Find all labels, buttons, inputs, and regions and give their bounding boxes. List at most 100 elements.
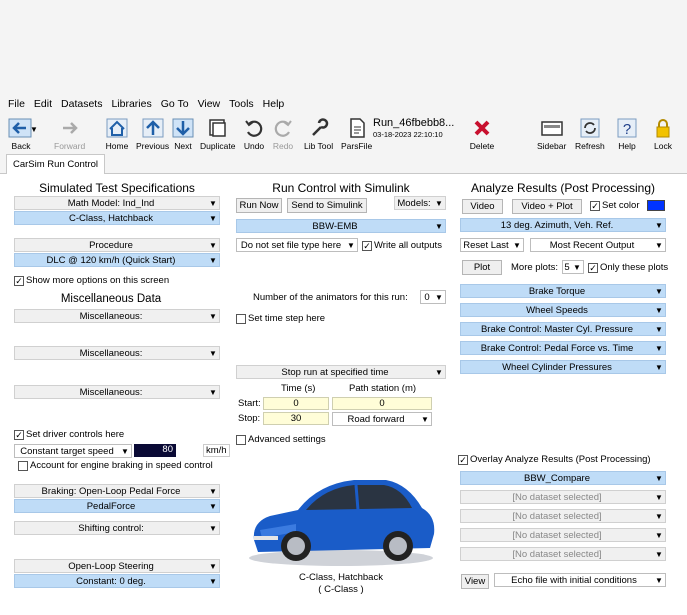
delete-button[interactable]: Delete: [469, 115, 495, 151]
compare-select[interactable]: BBW_Compare ▼: [460, 471, 666, 485]
set-color-checkbox[interactable]: ✓ Set color: [590, 200, 640, 211]
checkmark-icon: ✓: [14, 429, 24, 440]
menu-view[interactable]: View: [198, 98, 221, 110]
next-button[interactable]: Next: [170, 115, 196, 151]
misc-select-1[interactable]: Miscellaneous: ▼: [14, 309, 220, 323]
menu-goto[interactable]: Go To: [161, 98, 189, 110]
back-dropdown-icon[interactable]: ▼: [30, 125, 38, 134]
procedure-label: Procedure: [89, 239, 133, 251]
steering-select[interactable]: Open-Loop Steering ▼: [14, 559, 220, 573]
dataset-select-4[interactable]: [No dataset selected] ▼: [460, 547, 666, 561]
stop-label: Stop:: [238, 413, 261, 424]
plot-select-5[interactable]: Wheel Cylinder Pressures ▼: [460, 360, 666, 374]
speed-mode-select[interactable]: Constant target speed ▼: [14, 444, 132, 458]
dataset-select-1[interactable]: [No dataset selected] ▼: [460, 490, 666, 504]
time-step-checkbox[interactable]: Set time step here: [236, 313, 325, 324]
color-swatch[interactable]: [647, 200, 665, 211]
braking-select[interactable]: Braking: Open-Loop Pedal Force ▼: [14, 484, 220, 498]
parsfile-button[interactable]: ParsFile: [341, 115, 372, 151]
recent-output-select[interactable]: Most Recent Output ▼: [530, 238, 666, 252]
checkbox-box: [18, 460, 28, 471]
procedure-value-select[interactable]: DLC @ 120 km/h (Quick Start) ▼: [14, 253, 220, 267]
main-panel: Simulated Test Specifications Math Model…: [0, 174, 687, 615]
plot-select-1[interactable]: Brake Torque ▼: [460, 284, 666, 298]
forward-button[interactable]: Forward: [54, 115, 85, 151]
models-select[interactable]: Models: ▼: [394, 196, 446, 210]
menu-tools[interactable]: Tools: [229, 98, 254, 110]
direction-label: Road forward: [347, 413, 405, 425]
lock-button[interactable]: Lock: [650, 115, 676, 151]
checkmark-icon: ✓: [14, 275, 24, 286]
misc-select-3[interactable]: Miscellaneous: ▼: [14, 385, 220, 399]
shifting-select[interactable]: Shifting control: ▼: [14, 521, 220, 535]
chevron-down-icon: ▼: [655, 549, 663, 559]
dataset-select-3[interactable]: [No dataset selected] ▼: [460, 528, 666, 542]
menu-edit[interactable]: Edit: [34, 98, 52, 110]
previous-button[interactable]: Previous: [136, 115, 169, 151]
libtool-button[interactable]: Lib Tool: [304, 115, 333, 151]
vehicle-image[interactable]: C-Class, Hatchback ( C-Class ): [236, 460, 446, 600]
home-button[interactable]: Home: [104, 115, 130, 151]
view-button[interactable]: View: [461, 574, 489, 589]
only-these-plots-checkbox[interactable]: ✓ Only these plots: [588, 262, 668, 273]
video-button[interactable]: Video: [462, 199, 503, 214]
more-options-checkbox[interactable]: ✓ Show more options on this screen: [14, 275, 169, 286]
chevron-down-icon: ▼: [655, 575, 663, 585]
speed-value-field[interactable]: 80: [134, 444, 176, 457]
run-now-button[interactable]: Run Now: [236, 198, 282, 213]
plot-button[interactable]: Plot: [462, 260, 502, 275]
duplicate-button[interactable]: Duplicate: [200, 115, 235, 151]
video-plot-button[interactable]: Video + Plot: [512, 199, 582, 214]
start-station-field[interactable]: 0: [332, 397, 432, 410]
undo-button[interactable]: Undo: [241, 115, 267, 151]
animators-select[interactable]: 0 ▼: [420, 290, 446, 304]
menu-datasets[interactable]: Datasets: [61, 98, 102, 110]
home-icon: [104, 115, 130, 141]
dataset-select-2[interactable]: [No dataset selected] ▼: [460, 509, 666, 523]
start-time-field[interactable]: 0: [263, 397, 329, 410]
redo-button[interactable]: Redo: [270, 115, 296, 151]
simulated-test-specs-header: Simulated Test Specifications: [39, 181, 195, 195]
menu-file[interactable]: File: [8, 98, 25, 110]
steering-value-select[interactable]: Constant: 0 deg. ▼: [14, 574, 220, 588]
menu-help[interactable]: Help: [263, 98, 285, 110]
plot-select-3[interactable]: Brake Control: Master Cyl. Pressure ▼: [460, 322, 666, 336]
plot-select-2[interactable]: Wheel Speeds ▼: [460, 303, 666, 317]
sidebar-button[interactable]: Sidebar: [537, 115, 566, 151]
engine-braking-label: Account for engine braking in speed cont…: [30, 460, 213, 471]
chevron-down-icon: ▼: [655, 492, 663, 502]
chevron-down-icon: ▼: [209, 348, 217, 358]
vehicle-caption: C-Class, Hatchback: [299, 572, 383, 583]
camera-select[interactable]: 13 deg. Azimuth, Veh. Ref. ▼: [460, 218, 666, 232]
file-type-select[interactable]: Do not set file type here ▼: [236, 238, 358, 252]
run-name-title: Run_46fbebb8...: [373, 117, 455, 129]
send-to-simulink-button[interactable]: Send to Simulink: [287, 198, 367, 213]
advanced-settings-checkbox[interactable]: Advanced settings: [236, 434, 326, 445]
write-outputs-checkbox[interactable]: ✓ Write all outputs: [362, 240, 442, 251]
engine-braking-checkbox[interactable]: Account for engine braking in speed cont…: [18, 460, 213, 471]
tab-carsim-run-control[interactable]: CarSim Run Control: [6, 154, 105, 174]
vehicle-select[interactable]: C-Class, Hatchback ▼: [14, 211, 220, 225]
misc-select-2[interactable]: Miscellaneous: ▼: [14, 346, 220, 360]
stop-time-field[interactable]: 30: [263, 412, 329, 425]
direction-select[interactable]: Road forward ▼: [332, 412, 432, 426]
math-model-select[interactable]: Math Model: Ind_Ind ▼: [14, 196, 220, 210]
reset-last-select[interactable]: Reset Last ▼: [460, 238, 524, 252]
model-value-select[interactable]: BBW-EMB ▼: [236, 219, 446, 233]
refresh-button[interactable]: Refresh: [575, 115, 605, 151]
procedure-select[interactable]: Procedure ▼: [14, 238, 220, 252]
stop-mode-select[interactable]: Stop run at specified time ▼: [236, 365, 446, 379]
menu-libraries[interactable]: Libraries: [111, 98, 151, 110]
braking-value-select[interactable]: PedalForce ▼: [14, 499, 220, 513]
misc-data-header: Miscellaneous Data: [60, 293, 162, 305]
more-plots-select[interactable]: 5 ▼: [562, 260, 584, 274]
file-type-label: Do not set file type here: [240, 239, 342, 251]
plot-label-1: Brake Torque: [528, 285, 586, 297]
help-button[interactable]: ? Help: [614, 115, 640, 151]
braking-label: Braking: Open-Loop Pedal Force: [41, 485, 181, 497]
sidebar-icon: [539, 115, 565, 141]
echo-file-select[interactable]: Echo file with initial conditions ▼: [494, 573, 666, 587]
plot-select-4[interactable]: Brake Control: Pedal Force vs. Time ▼: [460, 341, 666, 355]
overlay-checkbox[interactable]: ✓ Overlay Analyze Results (Post Processin…: [458, 454, 651, 465]
driver-controls-checkbox[interactable]: ✓ Set driver controls here: [14, 429, 124, 440]
